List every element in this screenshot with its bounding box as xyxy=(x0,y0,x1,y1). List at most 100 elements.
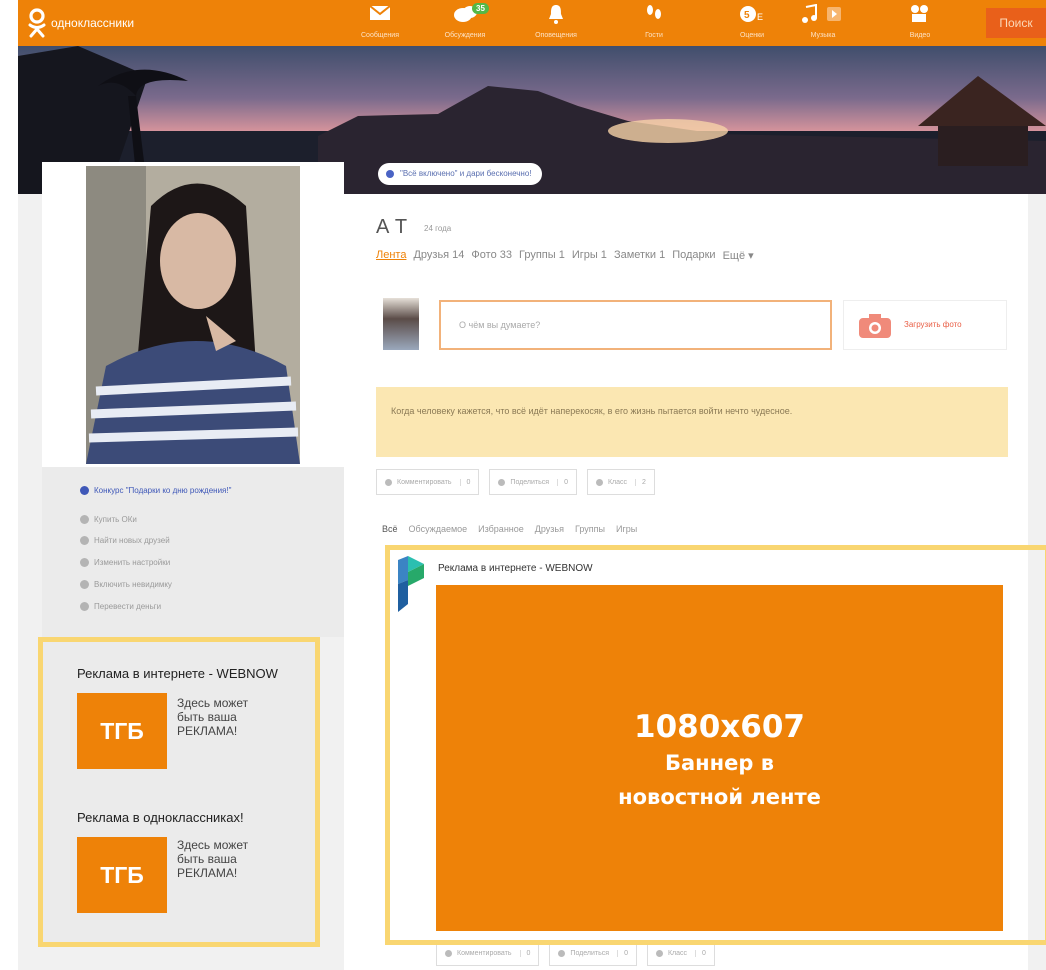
feed-like-count: 0 xyxy=(695,949,706,957)
feed-filter-tabs: Всё Обсуждаемое Избранное Друзья Группы … xyxy=(382,524,637,534)
ad-desc-line: РЕКЛАМА! xyxy=(177,866,238,880)
tab-gifts[interactable]: Подарки xyxy=(672,249,715,262)
profile-name: А Т xyxy=(376,216,408,238)
menu-item-invisible[interactable]: Включить невидимку xyxy=(80,579,172,590)
sidebar-ad-badge[interactable]: ТГБ xyxy=(77,837,167,913)
comment-icon xyxy=(385,478,392,486)
sidebar-ad-title[interactable]: Реклама в интернете - WEBNOW xyxy=(77,666,278,681)
nav-guests[interactable]: Гости xyxy=(619,4,689,39)
tab-friends[interactable]: Друзья 14 xyxy=(413,249,464,262)
sidebar-ads-highlight: Реклама в интернете - WEBNOW ТГБ Здесь м… xyxy=(38,637,320,947)
status-actions: Комментировать 0 Поделиться 0 Класс 2 xyxy=(376,469,655,495)
menu-item-contest[interactable]: Конкурс "Подарки ко дню рождения!" xyxy=(80,485,280,496)
site-logo[interactable]: одноклассники xyxy=(26,8,134,38)
tab-notes[interactable]: Заметки 1 xyxy=(614,249,665,262)
composer-avatar xyxy=(383,298,419,350)
coin-icon xyxy=(80,515,89,524)
nav-notifications-label: Оповещения xyxy=(535,32,577,39)
nav-music[interactable]: Музыка xyxy=(788,3,858,39)
sidebar-ad-description: Здесь может быть ваша РЕКЛАМА! xyxy=(177,838,277,880)
discussions-badge: 35 xyxy=(472,3,489,14)
like-label: Класс xyxy=(607,478,628,486)
profile-tabs: Лента Друзья 14 Фото 33 Группы 1 Игры 1 … xyxy=(376,249,754,262)
feed-like-label: Класс xyxy=(667,949,688,957)
sidebar-ad-title[interactable]: Реклама в одноклассниках! xyxy=(77,810,244,825)
menu-item-settings-label: Изменить настройки xyxy=(94,558,171,567)
like-count: 2 xyxy=(635,478,646,486)
profile-avatar[interactable] xyxy=(86,166,300,464)
menu-item-find-friends-label: Найти новых друзей xyxy=(94,536,170,545)
tab-feed[interactable]: Лента xyxy=(376,249,406,262)
like-icon xyxy=(655,949,663,957)
comment-button[interactable]: Комментировать 0 xyxy=(376,469,480,495)
camera-icon xyxy=(858,313,892,344)
nav-ratings[interactable]: 5E Оценки xyxy=(717,4,787,39)
share-icon xyxy=(558,949,566,957)
contest-star-icon xyxy=(80,486,89,495)
menu-item-find-friends[interactable]: Найти новых друзей xyxy=(80,535,170,546)
menu-item-transfer-money[interactable]: Перевести деньги xyxy=(80,601,161,612)
menu-item-transfer-money-label: Перевести деньги xyxy=(94,602,162,611)
ad-desc-line: быть ваша xyxy=(177,710,237,724)
cover-promo-text: "Всё включено" и дари бесконечно! xyxy=(400,169,532,178)
filter-all[interactable]: Всё xyxy=(382,524,398,534)
filter-friends[interactable]: Друзья xyxy=(535,524,564,534)
share-button[interactable]: Поделиться 0 xyxy=(489,469,577,495)
menu-item-contest-label: Конкурс "Подарки ко дню рождения!" xyxy=(94,486,232,495)
avatar-portrait-image xyxy=(86,166,300,464)
filter-favorites[interactable]: Избранное xyxy=(478,524,524,534)
feed-comment-count: 0 xyxy=(519,949,530,957)
sidebar-ad-badge[interactable]: ТГБ xyxy=(77,693,167,769)
nav-music-label: Музыка xyxy=(810,32,836,39)
like-button[interactable]: Класс 2 xyxy=(586,469,655,495)
ratings-icon: 5E xyxy=(717,4,787,28)
share-count: 0 xyxy=(557,478,568,486)
nav-ratings-label: Оценки xyxy=(739,32,765,39)
menu-item-invisible-label: Включить невидимку xyxy=(94,580,172,589)
share-icon xyxy=(498,478,506,486)
menu-item-buy-ok[interactable]: Купить ОКи xyxy=(80,514,137,525)
logo-text: одноклассники xyxy=(51,16,135,30)
ad-desc-line: Здесь может xyxy=(177,696,249,710)
money-icon xyxy=(80,602,89,611)
video-camera-icon xyxy=(885,4,955,28)
feed-ad-highlight xyxy=(385,545,1046,945)
ad-desc-line: быть ваша xyxy=(177,852,237,866)
menu-item-settings[interactable]: Изменить настройки xyxy=(80,557,170,568)
search-button[interactable]: Поиск xyxy=(986,8,1046,38)
feed-share-label: Поделиться xyxy=(570,949,610,957)
upload-photo-button[interactable]: Загрузить фото xyxy=(843,300,1007,350)
status-input[interactable]: О чём вы думаете? xyxy=(439,300,832,350)
nav-video-label: Видео xyxy=(909,32,931,39)
nav-discussions[interactable]: 35 Обсуждения xyxy=(430,3,500,39)
chat-bubbles-icon xyxy=(430,4,500,28)
like-icon xyxy=(595,478,603,486)
invisible-icon xyxy=(80,580,89,589)
ad-desc-line: Здесь может xyxy=(177,838,249,852)
promo-star-icon xyxy=(386,170,394,178)
comment-icon xyxy=(445,949,452,957)
nav-notifications[interactable]: Оповещения xyxy=(521,4,591,39)
bell-icon xyxy=(521,4,591,28)
profile-side-menu: Конкурс "Подарки ко дню рождения!" Купит… xyxy=(42,467,344,637)
person-icon xyxy=(80,536,89,545)
footprints-icon xyxy=(619,4,689,28)
ok-logo-icon xyxy=(26,8,48,38)
filter-discussed[interactable]: Обсуждаемое xyxy=(409,524,468,534)
nav-guests-label: Гости xyxy=(645,32,663,39)
tab-games[interactable]: Игры 1 xyxy=(572,249,607,262)
tab-groups[interactable]: Группы 1 xyxy=(519,249,565,262)
tab-more[interactable]: Ещё ▾ xyxy=(723,249,754,262)
nav-messages-label: Сообщения xyxy=(361,32,399,39)
feed-share-count: 0 xyxy=(617,949,628,957)
upload-photo-label: Загрузить фото xyxy=(904,320,962,329)
nav-discussions-label: Обсуждения xyxy=(444,32,486,39)
filter-groups[interactable]: Группы xyxy=(575,524,605,534)
lock-icon xyxy=(80,558,89,567)
filter-games[interactable]: Игры xyxy=(616,524,637,534)
comment-label: Комментировать xyxy=(397,478,452,486)
cover-promo-pill[interactable]: "Всё включено" и дари бесконечно! xyxy=(378,163,542,185)
tab-photos[interactable]: Фото 33 xyxy=(471,249,512,262)
nav-messages[interactable]: Сообщения xyxy=(345,4,415,39)
nav-video[interactable]: Видео xyxy=(885,4,955,39)
